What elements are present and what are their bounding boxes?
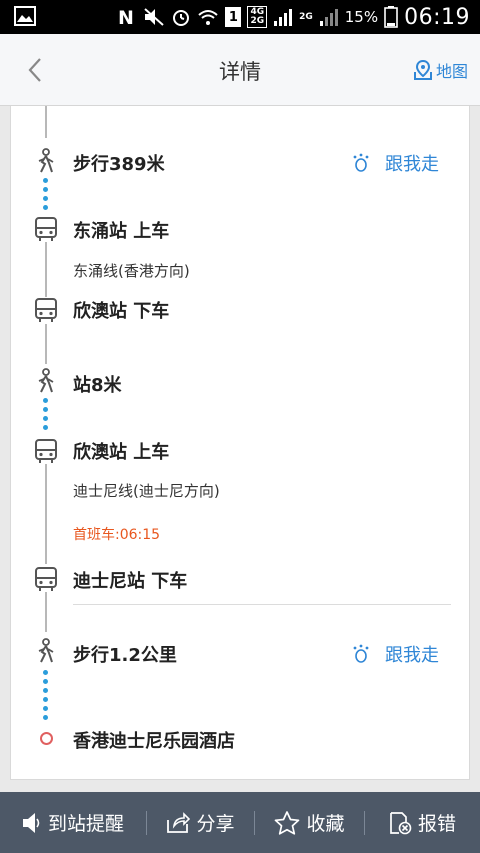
route-detail-card: 步行389米 跟我走 东涌站 上车 东涌线(香港方向) 欣澳站 下车 站8米 欣…	[10, 106, 470, 780]
walk-dots	[43, 398, 49, 434]
wifi-icon	[197, 7, 219, 27]
route-line	[45, 592, 47, 632]
bus-icon	[33, 297, 59, 323]
follow-me-label: 跟我走	[385, 645, 439, 666]
battery-icon	[384, 6, 398, 28]
bus-line-name: 迪士尼线(迪士尼方向)	[73, 482, 220, 500]
route-line	[45, 242, 47, 297]
step-board-text: 东涌站 上车	[73, 221, 170, 242]
arrival-reminder-label: 到站提醒	[47, 813, 124, 835]
star-icon	[275, 810, 300, 835]
clock: 06:19	[404, 4, 470, 30]
route-line	[45, 106, 47, 138]
follow-me-button[interactable]: 跟我走	[351, 641, 439, 667]
step-walk-text: 步行389米	[73, 154, 165, 175]
footprint-icon	[353, 644, 369, 663]
map-label: 地图	[435, 62, 468, 81]
follow-me-label: 跟我走	[385, 154, 439, 175]
signal-strength-icon-2	[319, 7, 339, 27]
step-board-text: 欣澳站 上车	[73, 442, 170, 463]
step-walk-text: 步行1.2公里	[73, 645, 177, 666]
alarm-icon	[171, 7, 191, 27]
walk-icon	[33, 638, 59, 664]
step-alight-text: 迪士尼站 下车	[73, 571, 188, 592]
step-alight-text: 欣澳站 下车	[73, 301, 170, 322]
network-type-badge: 4G 2G	[247, 6, 268, 28]
status-bar: N 1 4G 2G 2G 15% 06:19	[0, 0, 480, 34]
gallery-notification-icon	[14, 6, 36, 30]
report-error-icon	[390, 811, 412, 834]
section-divider	[73, 604, 451, 605]
page-title: 详情	[219, 60, 261, 84]
walk-icon	[33, 368, 59, 394]
favorite-label: 收藏	[306, 813, 345, 835]
svg-text:N: N	[118, 7, 134, 27]
walk-icon	[33, 148, 59, 174]
bus-icon	[33, 438, 59, 464]
first-bus-time: 首班车:06:15	[73, 527, 161, 543]
nfc-icon: N	[117, 7, 137, 27]
destination-marker-icon	[40, 732, 53, 745]
route-line	[45, 324, 47, 364]
step-walk-text: 站8米	[73, 375, 122, 396]
bus-icon	[33, 216, 59, 242]
network-type-bottom: 2G	[250, 16, 265, 26]
mute-icon	[143, 7, 165, 27]
header-bar: 详情 地图	[0, 34, 480, 106]
follow-me-button[interactable]: 跟我走	[351, 150, 439, 176]
share-button[interactable]: 分享	[147, 792, 254, 853]
footprint-icon	[353, 153, 369, 172]
destination-name: 香港迪士尼乐园酒店	[73, 731, 235, 752]
bus-line-name: 东涌线(香港方向)	[73, 262, 190, 280]
favorite-button[interactable]: 收藏	[255, 792, 364, 853]
sim-slot-indicator: 1	[225, 7, 242, 27]
bus-icon	[33, 566, 59, 592]
secondary-network-label: 2G	[299, 12, 313, 22]
bottom-toolbar: 到站提醒 分享 收藏 报错	[0, 792, 480, 853]
map-button[interactable]: 地图	[413, 58, 468, 82]
share-icon	[167, 811, 191, 833]
walk-dots	[43, 178, 49, 214]
map-icon	[413, 60, 432, 80]
signal-strength-icon	[273, 7, 293, 27]
battery-percent: 15%	[344, 8, 379, 26]
arrival-reminder-button[interactable]: 到站提醒	[0, 792, 146, 853]
walk-dots	[43, 670, 49, 724]
report-error-button[interactable]: 报错	[365, 792, 479, 853]
share-label: 分享	[196, 813, 235, 835]
route-line	[45, 464, 47, 564]
report-error-label: 报错	[417, 813, 456, 835]
speaker-icon	[22, 812, 40, 833]
